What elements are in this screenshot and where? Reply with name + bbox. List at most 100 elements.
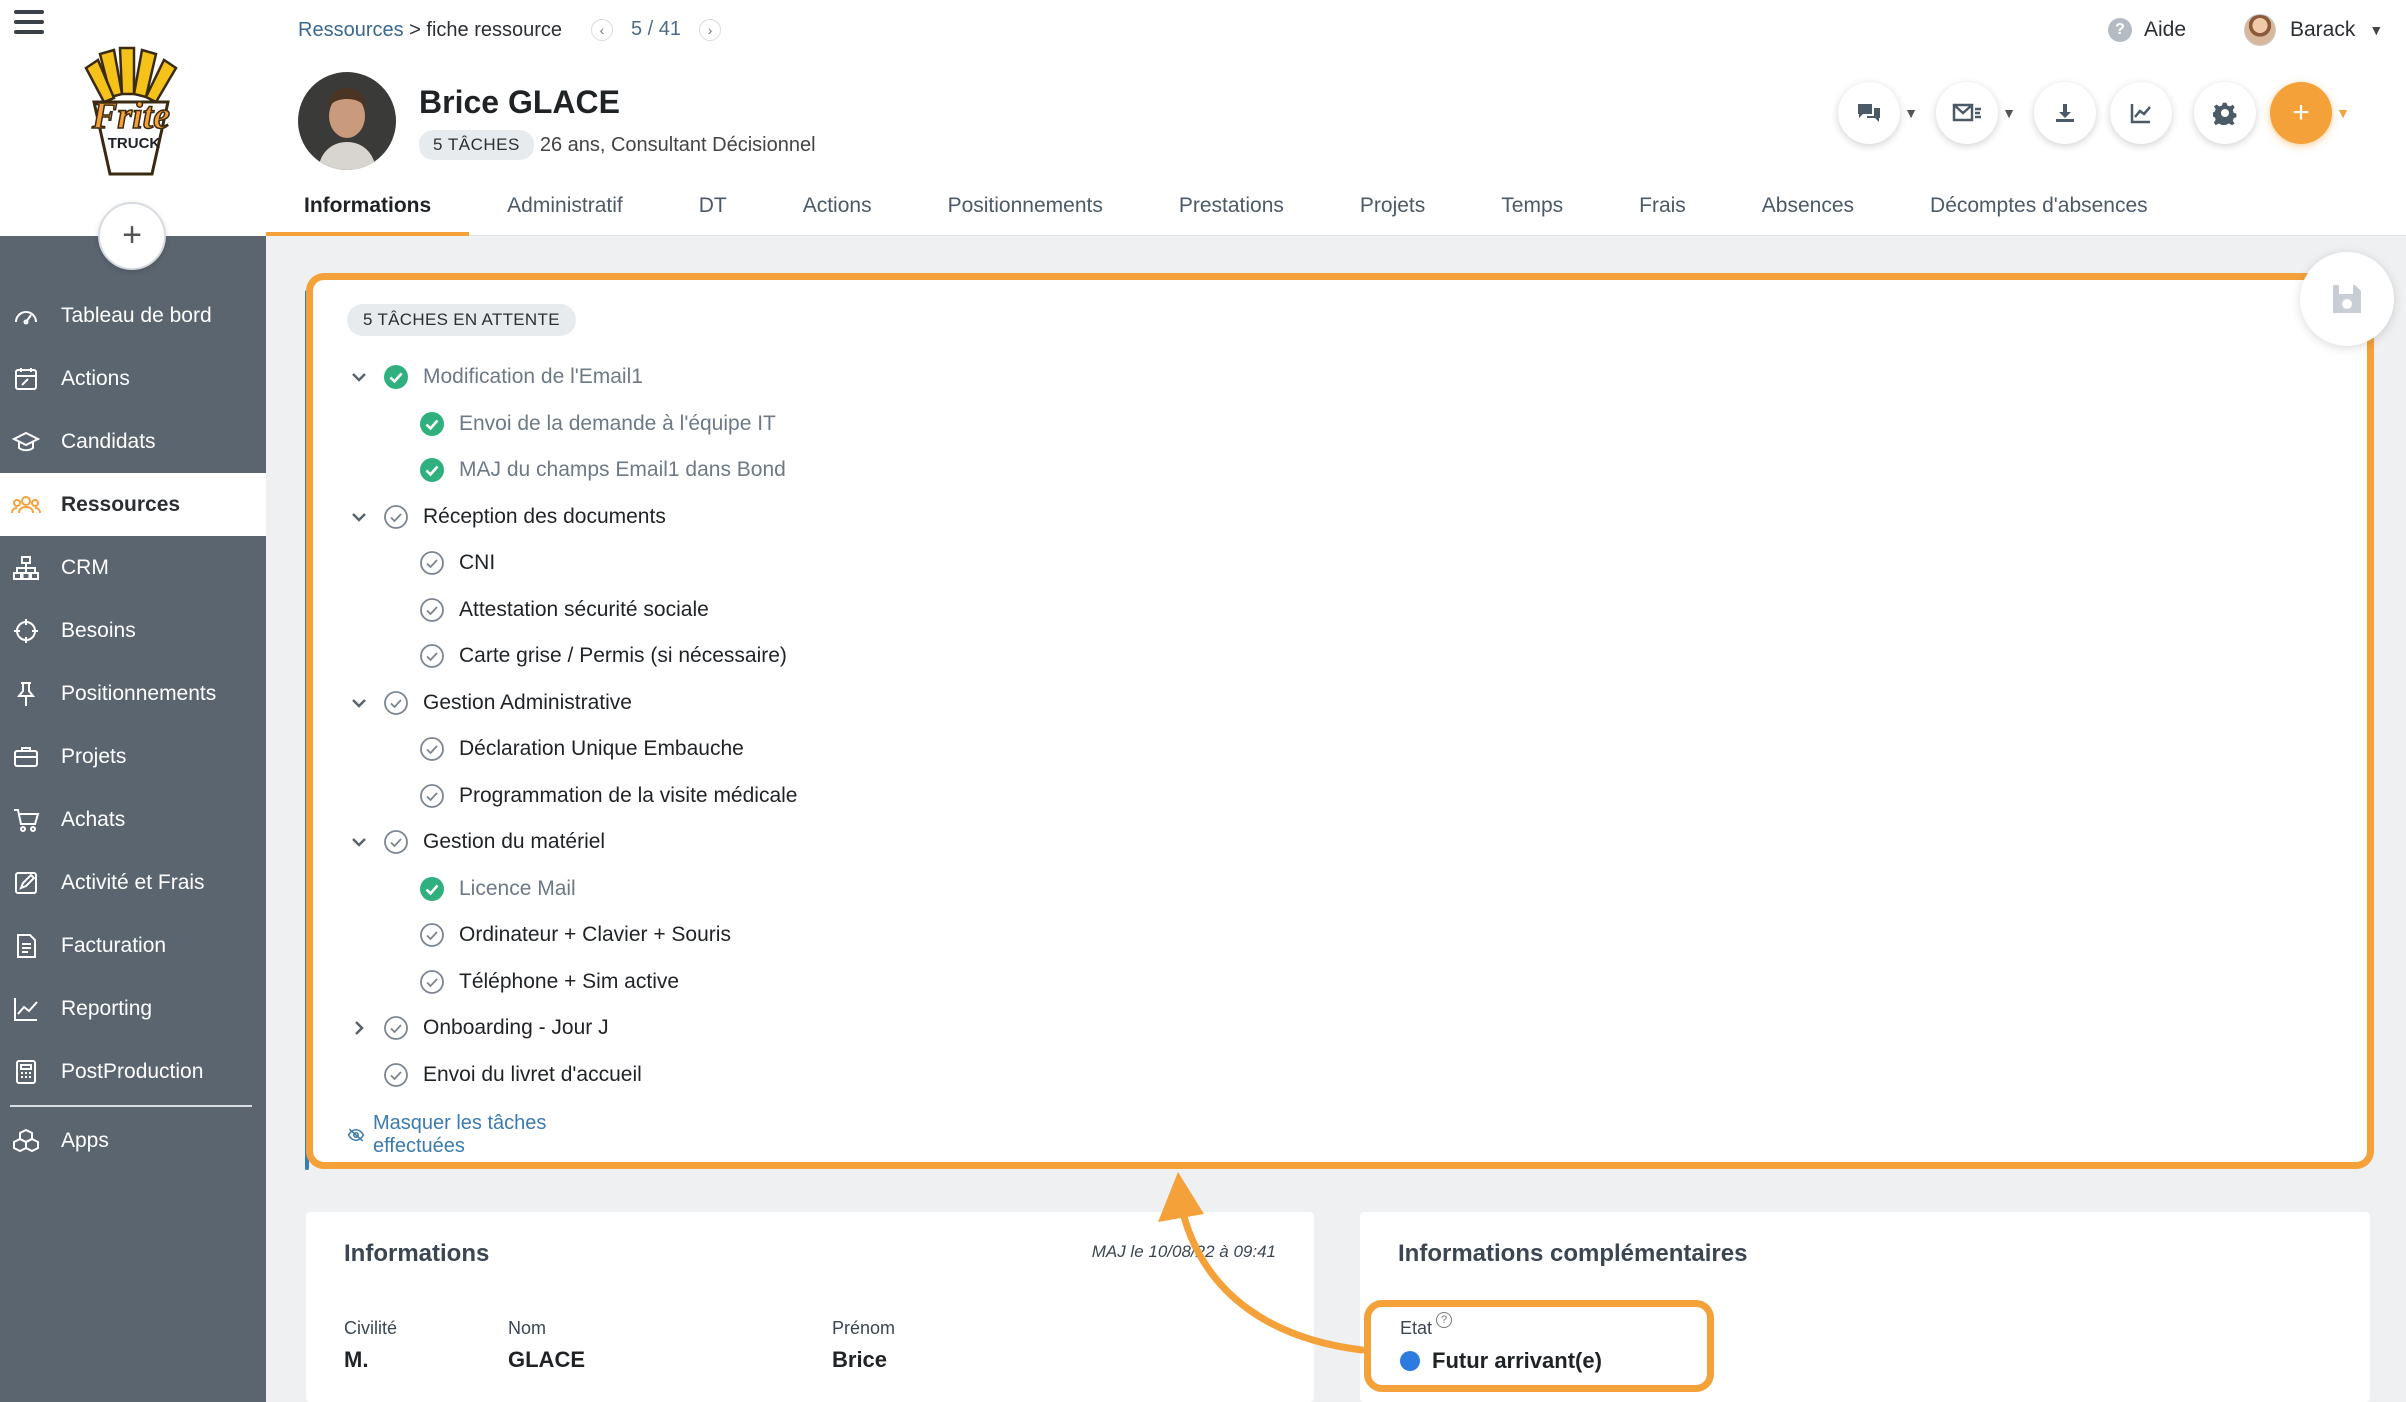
task-group-row: Gestion du matériel [347, 819, 1547, 866]
task-label: Programmation de la visite médicale [459, 783, 798, 807]
task-group-row: Modification de l'Email1 [347, 354, 1547, 401]
check-circle-outline-icon[interactable] [383, 504, 409, 530]
check-circle-outline-icon[interactable] [419, 643, 445, 669]
frite-truck-logo[interactable]: Frite TRUCK [56, 42, 206, 182]
chevron-down-icon[interactable]: ▼ [2332, 105, 2354, 121]
sidebar-item-facturation[interactable]: Facturation [0, 914, 266, 977]
cubes-icon [11, 1126, 41, 1156]
tab-prestations[interactable]: Prestations [1141, 194, 1322, 236]
check-circle-outline-icon[interactable] [419, 597, 445, 623]
additional-info-card-title: Informations complémentaires [1398, 1240, 1748, 1267]
profile-avatar[interactable] [298, 72, 396, 170]
stats-button[interactable] [2110, 82, 2172, 144]
chevron-down-icon[interactable] [347, 830, 371, 854]
tab-frais[interactable]: Frais [1601, 194, 1724, 236]
sidebar-header: Frite TRUCK [0, 0, 266, 236]
task-group-row: Réception des documents [347, 494, 1547, 541]
sidebar-item-apps[interactable]: Apps [0, 1109, 266, 1172]
check-circle-outline-icon[interactable] [383, 829, 409, 855]
check-circle-outline-icon[interactable] [383, 690, 409, 716]
breadcrumb-root-link[interactable]: Ressources [298, 19, 404, 41]
save-button[interactable] [2300, 252, 2394, 346]
tab-temps[interactable]: Temps [1463, 194, 1601, 236]
sidebar-item-label: Projets [61, 744, 127, 768]
check-circle-filled-icon[interactable] [383, 364, 409, 390]
check-circle-outline-icon[interactable] [419, 736, 445, 762]
menu-hamburger-icon[interactable] [14, 10, 44, 36]
chevron-down-icon[interactable]: ▼ [1900, 105, 1922, 121]
tab-administratif[interactable]: Administratif [469, 194, 661, 236]
plus-icon: + [2292, 96, 2310, 129]
sidebar-item-ressources[interactable]: Ressources [0, 473, 266, 536]
add-action-button[interactable]: + [2270, 82, 2332, 144]
task-label: Carte grise / Permis (si nécessaire) [459, 644, 787, 668]
check-circle-outline-icon[interactable] [383, 1015, 409, 1041]
tab-projets[interactable]: Projets [1322, 194, 1463, 236]
check-circle-outline-icon[interactable] [383, 1062, 409, 1088]
etat-label: Etat ? [1400, 1312, 1453, 1339]
cart-icon [11, 805, 41, 835]
envelope-icon [1952, 103, 1981, 122]
check-circle-filled-icon[interactable] [419, 876, 445, 902]
check-circle-outline-icon[interactable] [419, 783, 445, 809]
chevron-left-icon[interactable]: ‹ [591, 18, 613, 41]
tab-actions[interactable]: Actions [765, 194, 910, 236]
sidebar-item-reporting[interactable]: Reporting [0, 977, 266, 1040]
task-label: MAJ du champs Email1 dans Bond [459, 458, 786, 482]
field-prenom: Prénom Brice [832, 1318, 896, 1372]
logo-text-top: Frite [91, 95, 170, 137]
user-avatar [2244, 14, 2276, 46]
sidebar-item-label: Achats [61, 807, 126, 831]
sidebar-item-achats[interactable]: Achats [0, 788, 266, 851]
tab-bar: Informations Administratif DT Actions Po… [266, 188, 2186, 236]
sidebar-item-label: PostProduction [61, 1059, 204, 1083]
sidebar-add-button[interactable]: + [98, 202, 166, 270]
task-row: Ordinateur + Clavier + Souris [347, 912, 1547, 959]
help-link[interactable]: ? Aide [2108, 18, 2186, 42]
check-circle-outline-icon[interactable] [419, 969, 445, 995]
etat-value[interactable]: Futur arrivant(e) [1400, 1348, 1602, 1374]
sidebar-item-positionnements[interactable]: Positionnements [0, 662, 266, 725]
briefcase-icon [11, 742, 41, 772]
pending-tasks-badge: 5 TÂCHES EN ATTENTE [347, 304, 576, 336]
settings-button[interactable] [2194, 82, 2256, 144]
calendar-edit-icon [11, 364, 41, 394]
task-row: Carte grise / Permis (si nécessaire) [347, 633, 1547, 680]
check-circle-filled-icon[interactable] [419, 411, 445, 437]
sidebar-item-postproduction[interactable]: PostProduction [0, 1040, 266, 1103]
sidebar-item-label: Actions [61, 366, 130, 390]
sidebar-item-tableau-de-bord[interactable]: Tableau de bord [0, 284, 266, 347]
sidebar-item-activite-et-frais[interactable]: Activité et Frais [0, 851, 266, 914]
help-question-icon[interactable]: ? [1436, 1312, 1453, 1328]
check-circle-filled-icon[interactable] [419, 457, 445, 483]
sidebar-item-projets[interactable]: Projets [0, 725, 266, 788]
sidebar-item-label: Candidats [61, 429, 156, 453]
tab-decomptes-absences[interactable]: Décomptes d'absences [1892, 194, 2186, 236]
chevron-down-icon[interactable] [347, 505, 371, 529]
sidebar-item-crm[interactable]: CRM [0, 536, 266, 599]
sidebar-item-besoins[interactable]: Besoins [0, 599, 266, 662]
chevron-down-icon[interactable] [347, 365, 371, 389]
task-label: Gestion Administrative [423, 690, 632, 714]
user-menu[interactable]: Barack ▼ [2244, 14, 2383, 46]
tab-absences[interactable]: Absences [1724, 194, 1892, 236]
chat-button[interactable] [1838, 82, 1900, 144]
sidebar-item-actions[interactable]: Actions [0, 347, 266, 410]
profile-subtitle: 5 TÂCHES 26 ans, Consultant Décisionnel [419, 130, 816, 160]
task-label: Envoi du livret d'accueil [423, 1062, 642, 1086]
chevron-right-icon[interactable]: › [699, 18, 722, 41]
tab-dt[interactable]: DT [661, 194, 765, 236]
chevron-right-icon[interactable] [347, 1016, 371, 1040]
check-circle-outline-icon[interactable] [419, 550, 445, 576]
chevron-down-icon[interactable]: ▼ [1998, 105, 2020, 121]
chevron-down-icon[interactable] [347, 691, 371, 715]
sidebar-item-candidats[interactable]: Candidats [0, 410, 266, 473]
sidebar-item-label: Activité et Frais [61, 870, 205, 894]
email-button[interactable] [1936, 82, 1998, 144]
tab-positionnements[interactable]: Positionnements [910, 194, 1141, 236]
tab-informations[interactable]: Informations [266, 194, 470, 236]
check-circle-outline-icon[interactable] [419, 922, 445, 948]
tasks-count-badge[interactable]: 5 TÂCHES [419, 130, 534, 160]
hide-done-tasks-link[interactable]: Masquer les tâches effectuées [347, 1112, 576, 1158]
download-button[interactable] [2034, 82, 2096, 144]
